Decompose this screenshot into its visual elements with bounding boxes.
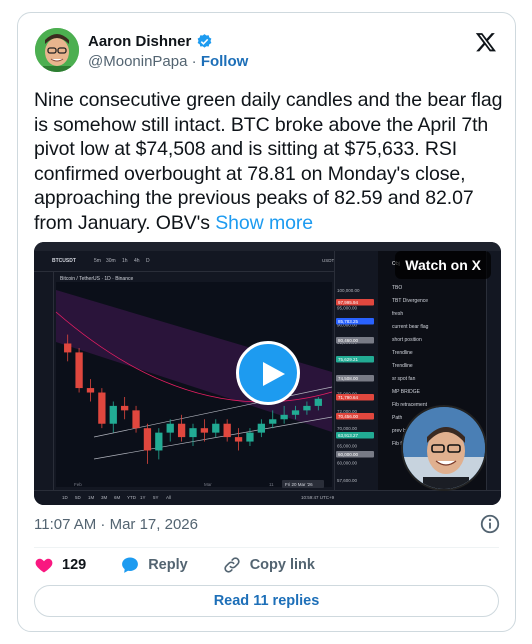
- candle-body: [303, 405, 311, 411]
- range-button[interactable]: 1D: [62, 495, 68, 500]
- price-tag-label: 75,629.21: [338, 357, 359, 362]
- webcam-overlay: [401, 405, 487, 491]
- candle-body: [257, 423, 265, 433]
- copy-link-label: Copy link: [249, 557, 315, 573]
- read-replies-button[interactable]: Read 11 replies: [34, 585, 499, 617]
- time-axis-label: Mar: [204, 482, 212, 487]
- author-handle-row: @MooninPapa · Follow: [88, 53, 248, 70]
- media-video[interactable]: BTCUSDT 5m 30m 1h 4h D USDT Obj TBOTBT D…: [34, 242, 501, 505]
- reply-bubble-icon: [122, 557, 139, 573]
- price-scale-label: 95,000.00: [337, 305, 358, 310]
- price-tag-label: 74,508.00: [338, 376, 359, 381]
- candle-body: [121, 405, 129, 411]
- candle-body: [64, 343, 72, 353]
- follow-button[interactable]: Follow: [201, 53, 249, 70]
- tweet-timestamp[interactable]: 11:07 AM · Mar 17, 2026: [34, 516, 198, 533]
- candle-body: [155, 432, 163, 451]
- candle-body: [314, 398, 322, 406]
- price-scale-label: 70,000.00: [337, 426, 358, 431]
- candle-body: [143, 428, 152, 451]
- divider: [34, 547, 499, 548]
- show-more-link[interactable]: Show more: [215, 212, 313, 234]
- candle-body: [86, 388, 95, 393]
- range-button[interactable]: 1Y: [140, 495, 146, 500]
- date-tag-label: Fri 20 Mar '26: [285, 482, 313, 487]
- price-tag-label: 71,790.64: [338, 395, 359, 400]
- range-button[interactable]: 3M: [101, 495, 107, 500]
- price-tag-label: 85,783.25: [338, 319, 359, 324]
- price-scale-label: 57,600.00: [337, 478, 358, 483]
- reply-button[interactable]: Reply: [120, 555, 188, 575]
- play-button[interactable]: [236, 341, 300, 405]
- chart-clock: 10:59:47 UTC+9: [301, 495, 335, 500]
- tweet-card: Aaron Dishner @MooninPapa · Follow Nine …: [17, 12, 516, 632]
- price-tag-label: 70,456.00: [338, 414, 359, 419]
- candle-body: [132, 410, 140, 429]
- like-count: 129: [62, 557, 87, 573]
- verified-badge-icon: [197, 34, 212, 48]
- action-bar: 129 Reply Copy link: [34, 553, 349, 577]
- x-logo-icon[interactable]: [475, 31, 497, 53]
- price-tag-label: 60,000.00: [338, 452, 359, 457]
- separator: ·: [191, 53, 197, 70]
- candle-body: [223, 423, 231, 438]
- price-scale-label: 60,000.00: [337, 461, 358, 466]
- watch-on-x-button[interactable]: Watch on X: [395, 251, 491, 279]
- candle-body: [246, 432, 254, 442]
- chart-bottom-bar: 10:59:47 UTC+9 1D 5D 1M 3M 6M YTD 1Y 5Y All: [34, 490, 501, 505]
- avatar[interactable]: [35, 28, 79, 72]
- range-button[interactable]: 1M: [88, 495, 94, 500]
- price-tag-label: 63,913.27: [338, 433, 359, 438]
- candle-body: [269, 419, 277, 424]
- range-button[interactable]: 5Y: [153, 495, 159, 500]
- link-icon: [224, 557, 240, 573]
- price-tag-label: 97,995.94: [338, 300, 359, 305]
- candle-body: [177, 423, 186, 438]
- candle-body: [280, 414, 288, 420]
- info-icon[interactable]: [479, 513, 501, 535]
- range-button[interactable]: 6M: [114, 495, 120, 500]
- candle-body: [75, 352, 83, 389]
- author-name[interactable]: Aaron Dishner: [88, 33, 191, 50]
- candle-body: [109, 405, 117, 424]
- time-axis-label: 11: [269, 482, 274, 487]
- candle-body: [200, 428, 209, 433]
- reply-label: Reply: [148, 557, 188, 573]
- candle-body: [166, 423, 174, 433]
- play-icon: [263, 362, 285, 386]
- candle-body: [234, 437, 243, 442]
- price-scale-label: 65,000.00: [337, 443, 358, 448]
- author-handle[interactable]: @MooninPapa: [88, 53, 187, 70]
- candle-body: [98, 392, 106, 424]
- copy-link-button[interactable]: Copy link: [222, 555, 315, 575]
- range-button[interactable]: YTD: [127, 495, 136, 500]
- like-button[interactable]: 129: [34, 555, 86, 575]
- tweet-text: Nine consecutive green daily candles and…: [34, 88, 504, 235]
- author-name-row: Aaron Dishner: [88, 33, 213, 50]
- range-button[interactable]: 5D: [75, 495, 81, 500]
- candle-body: [212, 423, 220, 433]
- price-scale-label: 100,000.00: [337, 288, 360, 293]
- price-tag-label: 80,460.00: [338, 338, 359, 343]
- time-axis-label: Feb: [74, 482, 82, 487]
- heart-icon: [35, 558, 53, 573]
- range-button[interactable]: All: [166, 495, 171, 500]
- chart-title: Bitcoin / TetherUS · 1D · Binance: [60, 276, 134, 282]
- candle-body: [291, 410, 300, 415]
- candle-body: [189, 428, 197, 438]
